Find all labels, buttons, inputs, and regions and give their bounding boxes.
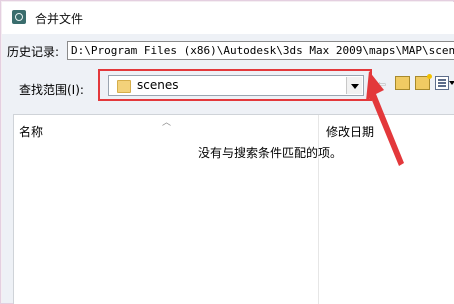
history-label: 历史记录: — [7, 45, 60, 59]
window-title: 合并文件 — [35, 12, 84, 26]
column-header-name[interactable]: 名称 — [19, 123, 43, 140]
sort-caret-icon: ︿ — [162, 118, 172, 128]
view-menu-dropdown-icon[interactable] — [449, 81, 454, 85]
app-icon — [12, 10, 26, 24]
lookin-label: 查找范围(I): — [19, 83, 84, 97]
lookin-dropdown[interactable]: scenes — [108, 75, 364, 96]
file-list[interactable]: 名称 ︿ 修改日期 没有与搜索条件匹配的项。 — [13, 114, 454, 304]
dropdown-arrow-button[interactable] — [346, 77, 362, 94]
folder-icon — [117, 80, 131, 93]
dialog-body: 历史记录: D:\Program Files (x86)\Autodesk\3d… — [2, 34, 454, 304]
up-folder-icon[interactable] — [395, 76, 410, 90]
column-header-date[interactable]: 修改日期 — [326, 123, 374, 140]
lookin-value: scenes — [137, 78, 179, 92]
view-menu-icon[interactable] — [435, 76, 449, 90]
new-folder-icon[interactable] — [415, 74, 432, 90]
dialog-window: 合并文件 历史记录: D:\Program Files (x86)\Autode… — [0, 0, 454, 304]
empty-message: 没有与搜索条件匹配的项。 — [198, 146, 343, 160]
history-path-field[interactable]: D:\Program Files (x86)\Autodesk\3ds Max … — [67, 41, 454, 60]
title-bar: 合并文件 — [2, 2, 454, 34]
back-arrow-icon[interactable]: ⇦ — [377, 79, 389, 91]
